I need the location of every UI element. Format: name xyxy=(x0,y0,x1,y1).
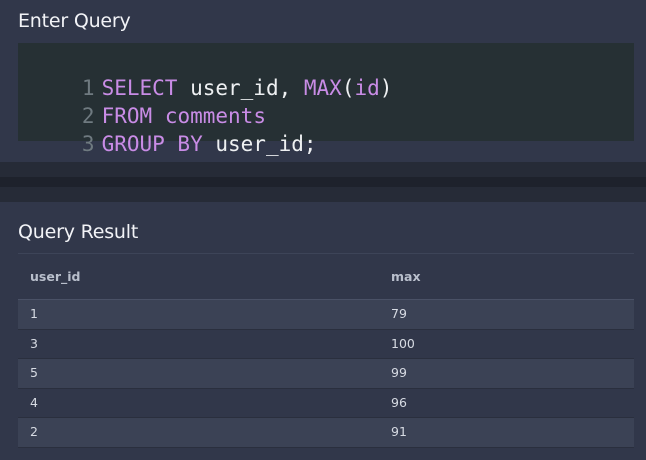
table-row: 3 100 xyxy=(18,330,634,359)
result-table: user_id max 1 79 3 100 5 99 4 96 2 91 xyxy=(18,253,634,448)
enter-query-heading: Enter Query xyxy=(18,10,131,32)
code-line-3[interactable]: 3 GROUP BY user_id; xyxy=(18,102,317,156)
table-cell: 2 xyxy=(30,424,38,439)
table-cell: 91 xyxy=(391,424,407,439)
code-token: GROUP BY xyxy=(101,132,203,156)
table-row: 1 79 xyxy=(18,300,634,330)
table-cell: 96 xyxy=(391,394,407,410)
column-header-user-id: user_id xyxy=(30,269,81,284)
code-token: MAX xyxy=(303,76,342,100)
column-header-max: max xyxy=(391,269,421,284)
code-line-2[interactable]: 2 FROM comments xyxy=(18,74,266,128)
code-token: ( xyxy=(341,76,355,100)
table-row: 5 99 xyxy=(18,359,634,389)
code-token: ) xyxy=(379,76,393,100)
code-token: user_id; xyxy=(202,132,317,156)
table-row: 4 96 xyxy=(18,389,634,418)
table-cell: 4 xyxy=(30,394,38,410)
table-row: 2 91 xyxy=(18,418,634,448)
code-token: id xyxy=(354,76,380,100)
table-cell: 79 xyxy=(391,306,407,321)
resize-handle[interactable] xyxy=(0,177,646,187)
table-cell: 1 xyxy=(30,306,38,321)
sql-editor[interactable]: 1 SELECT user_id, MAX(id) 2 FROM comments … xyxy=(18,43,634,156)
line-number: 3 xyxy=(81,132,95,156)
code-line-1[interactable]: 1 SELECT user_id, MAX(id) xyxy=(18,46,393,100)
table-cell: 99 xyxy=(391,365,407,380)
table-header-row: user_id max xyxy=(18,254,634,300)
table-cell: 3 xyxy=(30,335,38,351)
query-result-heading: Query Result xyxy=(18,221,139,243)
table-cell: 100 xyxy=(391,335,415,351)
table-cell: 5 xyxy=(30,365,38,380)
